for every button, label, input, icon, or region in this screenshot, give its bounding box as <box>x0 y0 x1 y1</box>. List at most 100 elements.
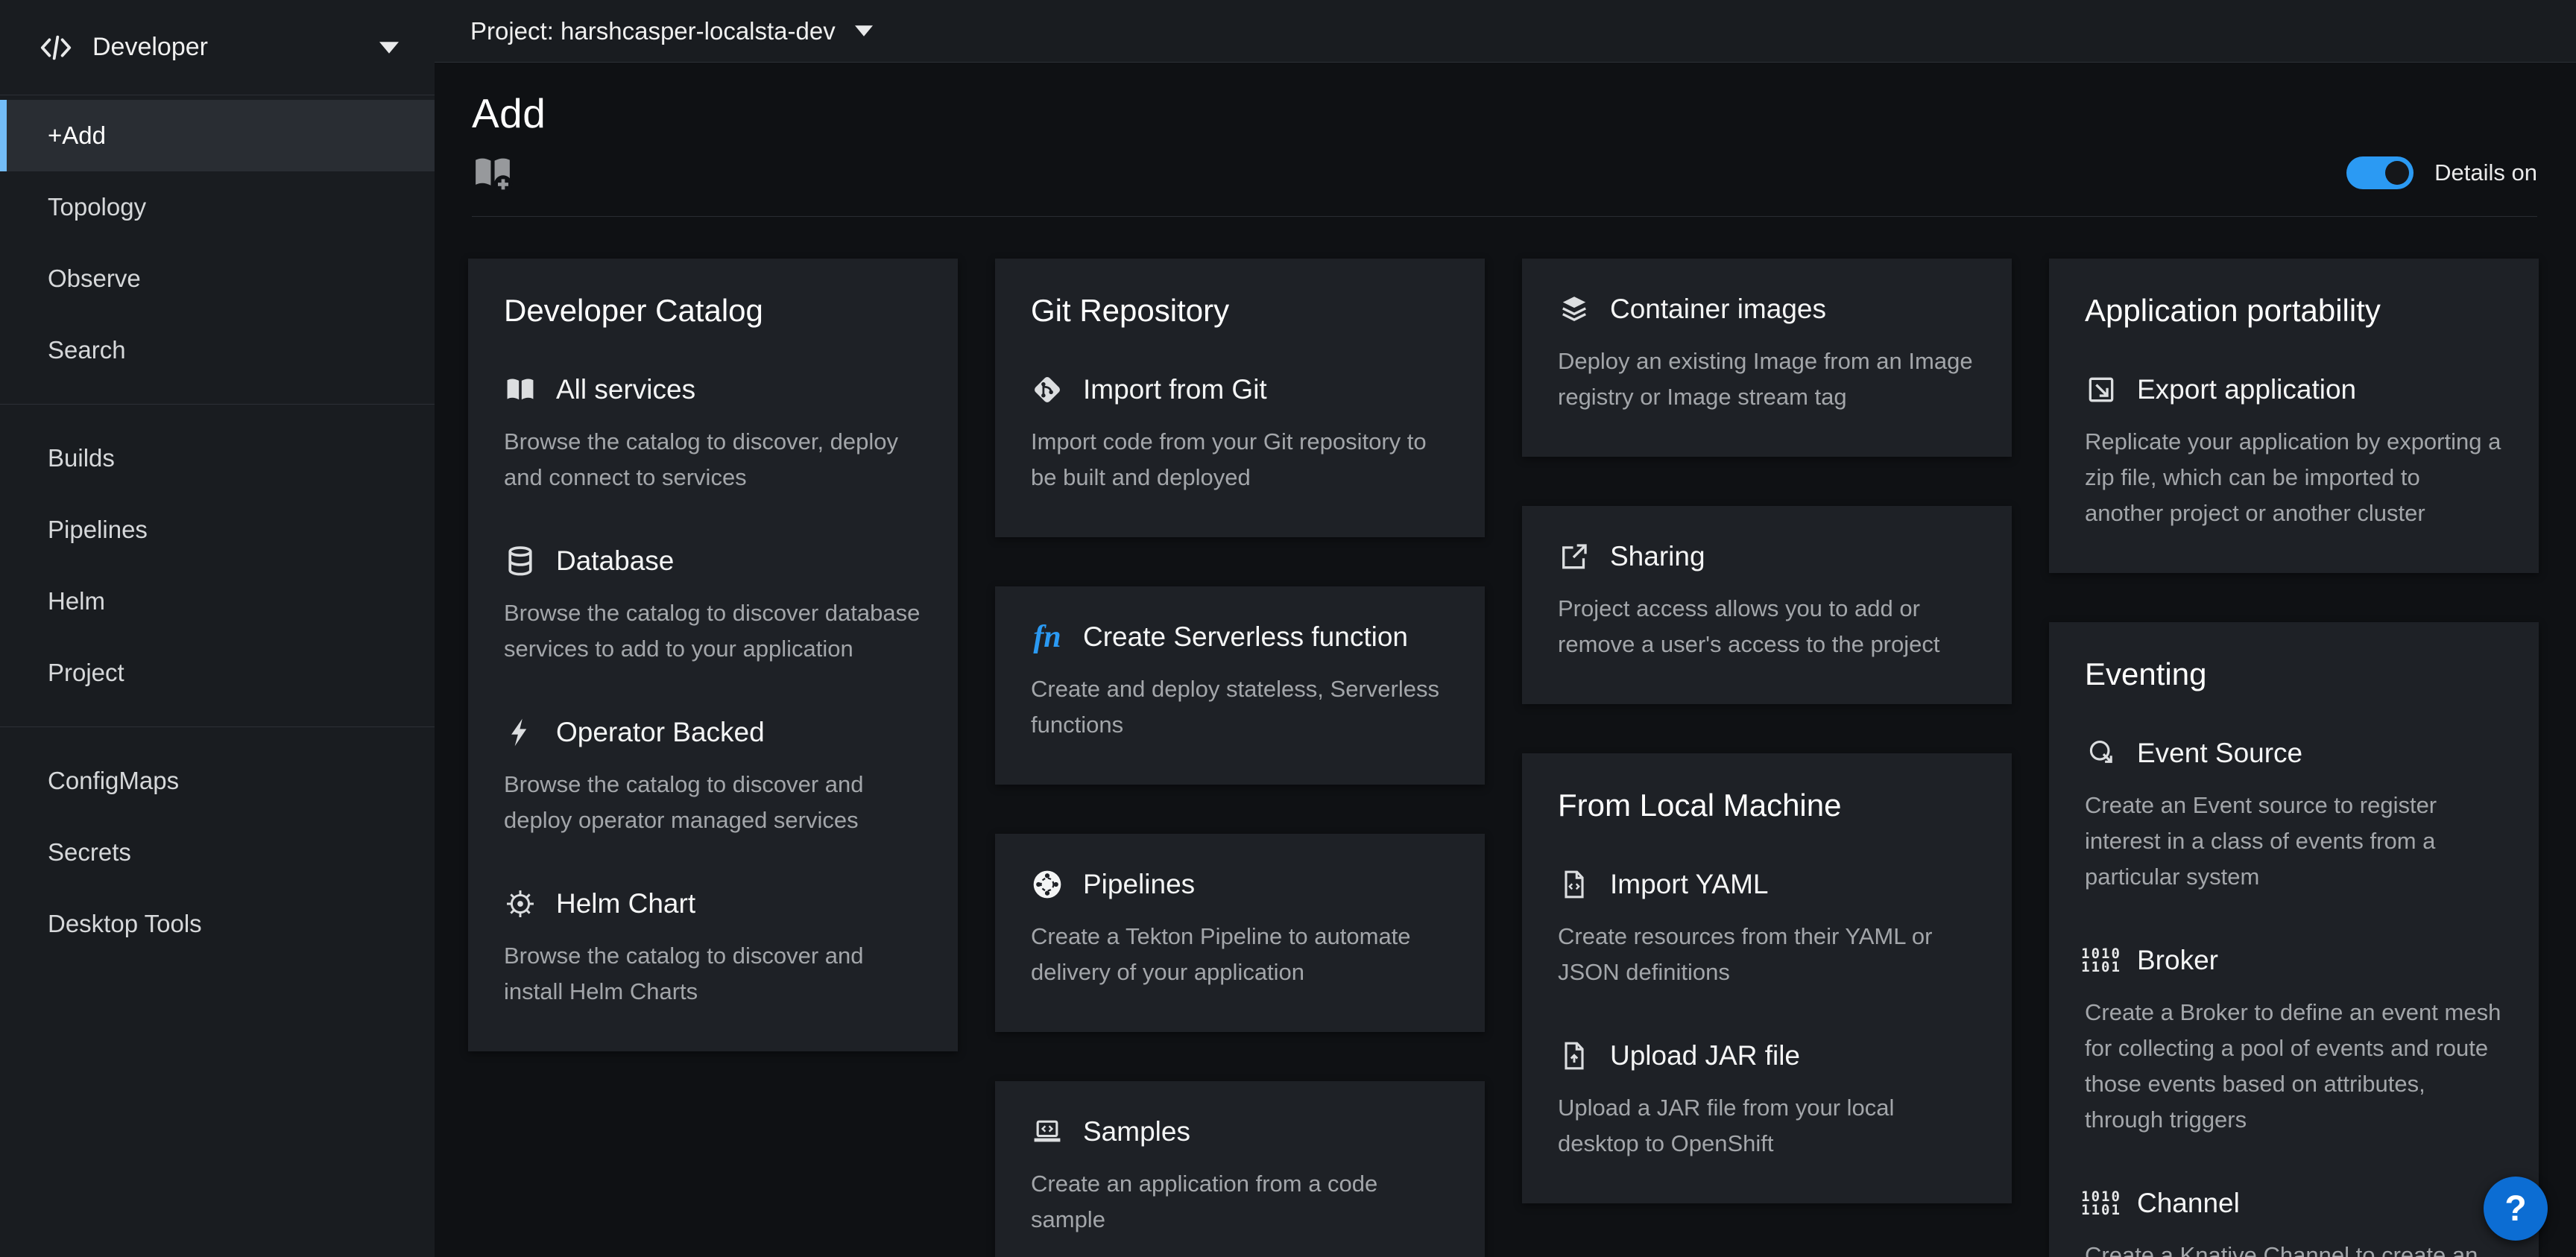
quick-starts-book-plus-icon[interactable] <box>472 152 514 194</box>
add-item-description: Upload a JAR file from your local deskto… <box>1558 1090 1976 1162</box>
card-samples: Samples Create an application from a code… <box>995 1081 1485 1257</box>
help-button[interactable]: ? <box>2484 1177 2548 1241</box>
git-icon <box>1031 373 1064 406</box>
event-source-icon <box>2085 737 2118 770</box>
add-item-create-serverless-function: fn Create Serverless function Create and d… <box>1031 621 1449 743</box>
add-item-label: Container images <box>1610 294 1826 325</box>
add-item-label: Broker <box>2137 945 2218 976</box>
add-item-label: Import YAML <box>1610 869 1768 900</box>
card-application-portability: Application portabilityExport applicatio… <box>2049 259 2539 573</box>
add-item-description: Create an Event source to register inter… <box>2085 788 2503 895</box>
details-toggle[interactable] <box>2346 156 2414 189</box>
sidebar-item-search[interactable]: Search <box>0 314 435 386</box>
chevron-down-icon <box>379 42 399 54</box>
add-item-description: Browse the catalog to discover database … <box>504 595 922 667</box>
add-item-import-from-git: Import from Git Import code from your Git… <box>1031 373 1449 495</box>
add-item-operator-backed: Operator Backed Browse the catalog to dis… <box>504 716 922 838</box>
add-item-link-broker[interactable]: 10101101Broker <box>2085 944 2503 977</box>
sidebar-item-secrets[interactable]: Secrets <box>0 817 435 888</box>
details-toggle-knob <box>2385 161 2409 185</box>
add-item-link-import-from-git[interactable]: Import from Git <box>1031 373 1449 406</box>
sidebar-item-helm[interactable]: Helm <box>0 566 435 637</box>
add-item-description: Create an application from a code sample <box>1031 1166 1449 1238</box>
book-icon <box>504 373 537 406</box>
add-item-database: Database Browse the catalog to discover d… <box>504 545 922 667</box>
add-item-description: Create resources from their YAML or JSON… <box>1558 919 1976 990</box>
samples-icon <box>1031 1115 1064 1148</box>
chevron-down-icon <box>855 25 873 37</box>
fn-icon: fn <box>1031 621 1064 653</box>
card-column-4: Application portabilityExport applicatio… <box>2049 259 2539 1257</box>
add-item-description: Replicate your application by exporting … <box>2085 424 2503 531</box>
sidebar-item-desktop-tools[interactable]: Desktop Tools <box>0 888 435 960</box>
export-icon <box>2085 373 2118 406</box>
share-icon <box>1558 540 1591 573</box>
sidebar-item-topology[interactable]: Topology <box>0 171 435 243</box>
card-create-serverless-function: fn Create Serverless function Create and d… <box>995 586 1485 785</box>
add-item-label: Import from Git <box>1083 374 1267 405</box>
add-item-samples: Samples Create an application from a code… <box>1031 1115 1449 1238</box>
add-item-link-operator-backed[interactable]: Operator Backed <box>504 716 922 749</box>
card-git-repository: Git RepositoryImport from GitImport code… <box>995 259 1485 537</box>
project-selector[interactable]: Project: harshcasper-localsta-dev <box>470 17 873 45</box>
add-item-description: Create a Broker to define an event mesh … <box>2085 995 2503 1138</box>
add-item-label: Event Source <box>2137 738 2302 769</box>
perspective-label: Developer <box>92 33 379 62</box>
add-item-link-container-images[interactable]: Container images <box>1558 293 1976 326</box>
add-item-channel: 10101101Channel Create a Knative Channel … <box>2085 1187 2503 1257</box>
card-sharing: Sharing Project access allows you to add … <box>1522 506 2012 704</box>
database-icon <box>504 545 537 577</box>
add-item-all-services: All services Browse the catalog to discov… <box>504 373 922 495</box>
add-item-link-upload-jar-file[interactable]: Upload JAR file <box>1558 1039 1976 1072</box>
add-item-label: Create Serverless function <box>1083 621 1408 653</box>
add-item-description: Browse the catalog to discover and insta… <box>504 938 922 1010</box>
add-item-link-channel[interactable]: 10101101Channel <box>2085 1187 2503 1220</box>
card-title: Eventing <box>2085 656 2503 692</box>
add-item-link-all-services[interactable]: All services <box>504 373 922 406</box>
add-item-description: Browse the catalog to discover, deploy a… <box>504 424 922 495</box>
page-title: Add <box>472 89 2537 137</box>
sidebar-item-builds[interactable]: Builds <box>0 422 435 494</box>
sidebar-nav-group-3: ConfigMapsSecretsDesktop Tools <box>0 726 435 960</box>
add-item-description: Create a Knative Channel to create an ev… <box>2085 1238 2503 1257</box>
page-header: Add Details on <box>435 63 2576 217</box>
sidebar-nav-group-2: BuildsPipelinesHelmProject <box>0 404 435 709</box>
add-item-link-helm-chart[interactable]: Helm Chart <box>504 887 922 920</box>
details-toggle-group: Details on <box>2346 156 2537 189</box>
add-item-link-sharing[interactable]: Sharing <box>1558 540 1976 573</box>
add-item-label: Sharing <box>1610 541 1705 572</box>
add-item-link-create-serverless-function[interactable]: fn Create Serverless function <box>1031 621 1449 653</box>
sidebar-nav-group-1: +AddTopologyObserveSearch <box>0 100 435 386</box>
add-item-label: Channel <box>2137 1188 2240 1219</box>
cards-grid: Developer CatalogAll servicesBrowse the … <box>435 217 2576 1257</box>
add-item-link-export-application[interactable]: Export application <box>2085 373 2503 406</box>
sidebar-item-observe[interactable]: Observe <box>0 243 435 314</box>
add-item-link-event-source[interactable]: Event Source <box>2085 737 2503 770</box>
add-item-label: Operator Backed <box>556 717 765 748</box>
add-item-link-import-yaml[interactable]: Import YAML <box>1558 868 1976 901</box>
perspective-switcher[interactable]: Developer <box>0 0 435 95</box>
card-container-images: Container imagesDeploy an existing Image… <box>1522 259 2012 457</box>
add-item-container-images: Container imagesDeploy an existing Image… <box>1558 293 1976 415</box>
card-from-local-machine: From Local Machine Import YAML Create reso… <box>1522 753 2012 1203</box>
add-item-pipelines: Pipelines Create a Tekton Pipeline to aut… <box>1031 868 1449 990</box>
add-item-description: Create and deploy stateless, Serverless … <box>1031 671 1449 743</box>
sidebar-item-project[interactable]: Project <box>0 637 435 709</box>
sidebar-item-add[interactable]: +Add <box>0 100 435 171</box>
helm-icon <box>504 887 537 920</box>
add-item-description: Create a Tekton Pipeline to automate del… <box>1031 919 1449 990</box>
add-item-link-database[interactable]: Database <box>504 545 922 577</box>
card-column-2: Git RepositoryImport from GitImport code… <box>995 259 1485 1257</box>
add-item-description: Project access allows you to add or remo… <box>1558 591 1976 662</box>
add-item-description: Import code from your Git repository to … <box>1031 424 1449 495</box>
add-item-label: Database <box>556 545 674 577</box>
add-item-link-pipelines[interactable]: Pipelines <box>1031 868 1449 901</box>
file-upload-icon <box>1558 1039 1591 1072</box>
bolt-icon <box>504 716 537 749</box>
card-developer-catalog: Developer CatalogAll servicesBrowse the … <box>468 259 958 1051</box>
sidebar-item-pipelines[interactable]: Pipelines <box>0 494 435 566</box>
sidebar-item-configmaps[interactable]: ConfigMaps <box>0 745 435 817</box>
add-item-description: Browse the catalog to discover and deplo… <box>504 767 922 838</box>
card-title: From Local Machine <box>1558 788 1976 823</box>
add-item-link-samples[interactable]: Samples <box>1031 1115 1449 1148</box>
